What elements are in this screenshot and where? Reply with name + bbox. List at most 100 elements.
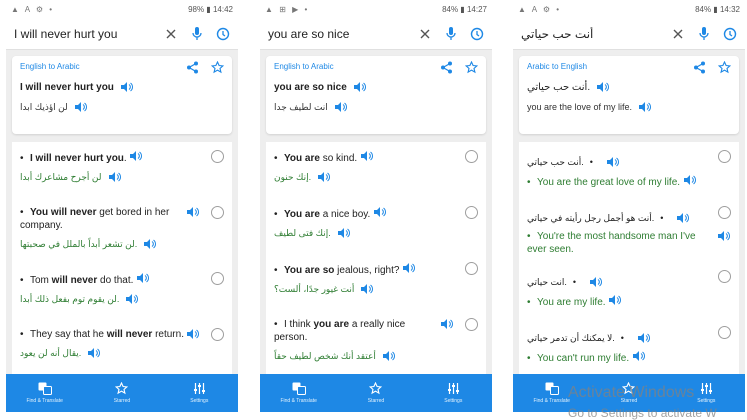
speaker-icon[interactable] [717,230,731,242]
speaker-icon[interactable] [596,81,610,93]
list-item[interactable]: • Tom will never do that. لن يقوم توم بفع… [12,272,232,305]
windows-activation-hint: Go to Settings to activate W [568,406,717,420]
list-item[interactable]: • I will never hurt you. لن أجرح مشاعرك أ… [12,150,232,183]
microphone-icon[interactable] [695,25,713,43]
speaker-icon[interactable] [108,171,122,183]
share-icon[interactable] [693,61,706,79]
list-item[interactable]: انت حياتي. • • You are my life. [519,270,739,309]
star-icon[interactable] [464,60,479,79]
list-item[interactable]: • You are so kind. إنك حنون. [266,150,486,183]
translation-card: English to Arabic you are so nice انت لط… [266,56,486,134]
speaker-icon[interactable] [74,101,88,113]
star-icon[interactable] [717,60,732,79]
microphone-icon[interactable] [442,25,460,43]
select-radio[interactable] [718,150,731,163]
nav-label: Starred [113,398,131,404]
nav-settings[interactable]: Settings [169,382,229,404]
history-icon[interactable] [214,25,232,43]
search-input[interactable]: أنت حب حياتي [521,27,661,41]
history-icon[interactable] [468,25,486,43]
example-translation: لن يقوم توم بفعل ذلك أبدا. [20,293,120,304]
nav-label: Find & Translate [533,398,570,404]
select-radio[interactable] [718,326,731,339]
list-item[interactable]: • I think you are a really nice person. أ… [266,318,486,362]
nav-starred[interactable]: Starred [346,382,406,404]
list-item[interactable]: • You are a nice boy. إنك فتى لطيف. [266,206,486,239]
speaker-icon[interactable] [638,101,652,113]
speaker-icon[interactable] [632,350,646,362]
star-icon [369,382,383,395]
select-radio[interactable] [211,150,224,163]
nav-label: Starred [367,398,385,404]
speaker-icon[interactable] [360,283,374,295]
translate-icon [545,382,559,395]
speaker-icon[interactable] [637,332,651,344]
nav-find-translate[interactable]: Find & Translate [15,382,75,404]
select-radio[interactable] [465,318,478,331]
example-translation: أعتقد أنك شخص لطيف حقاً [274,350,376,361]
list-item[interactable]: • You will never get bored in her company… [12,206,232,250]
speaker-icon[interactable] [589,276,603,288]
clear-icon[interactable] [416,25,434,43]
speaker-icon[interactable] [143,238,157,250]
example-translation: You can't run my life. [537,353,630,364]
history-icon[interactable] [721,25,739,43]
speaker-icon[interactable] [606,156,620,168]
list-item[interactable]: أنت هو أجمل رجل رأيته في حياتي. • • You're… [519,206,739,256]
search-input[interactable]: you are so nice [268,27,408,41]
phone-screenshot-2: ▲ ⊞ ▶ • 84% ▮ 14:27 you are so nice Engl… [260,0,492,412]
search-input[interactable]: I will never hurt you [14,27,154,41]
nav-label: Settings [444,398,463,404]
list-item[interactable]: • They say that he will never return. يقا… [12,328,232,359]
translate-icon [38,382,52,395]
speaker-icon[interactable] [125,293,139,305]
status-left-icons: ▲ A ⚙ • [518,4,562,14]
translated-text: انت لطيف جدا [274,101,328,112]
speaker-icon[interactable] [136,272,150,284]
list-item[interactable]: أنت حب حياتي. • • You are the great love o… [519,150,739,189]
clear-icon[interactable] [162,25,180,43]
status-right: 84% ▮ 14:32 [695,4,740,14]
speaker-icon[interactable] [337,227,351,239]
select-radio[interactable] [718,206,731,219]
speaker-icon[interactable] [683,174,697,186]
nav-label: Find & Translate [26,398,63,404]
select-radio[interactable] [465,150,478,163]
select-radio[interactable] [211,272,224,285]
speaker-icon[interactable] [334,101,348,113]
select-radio[interactable] [718,270,731,283]
nav-find-translate[interactable]: Find & Translate [269,382,329,404]
speaker-icon[interactable] [608,294,622,306]
speaker-icon[interactable] [129,150,143,162]
speaker-icon[interactable] [373,206,387,218]
select-radio[interactable] [465,262,478,275]
speaker-icon[interactable] [676,212,690,224]
example-list: • I will never hurt you. لن أجرح مشاعرك أ… [12,142,232,374]
list-item[interactable]: لا يمكنك أن تدمر حياتي. • • You can't run … [519,326,739,365]
speaker-icon[interactable] [87,347,101,359]
speaker-icon[interactable] [402,262,416,274]
list-item[interactable]: • You are so jealous, right? أنت غيور جدً… [266,262,486,295]
nav-starred[interactable]: Starred [92,382,152,404]
speaker-icon[interactable] [186,328,200,340]
speaker-icon[interactable] [120,81,134,93]
speaker-icon[interactable] [360,150,374,162]
bottom-navigation: Find & Translate Starred Settings [260,374,492,412]
microphone-icon[interactable] [188,25,206,43]
speaker-icon[interactable] [353,81,367,93]
speaker-icon[interactable] [317,171,331,183]
star-icon[interactable] [210,60,225,79]
share-icon[interactable] [440,61,453,79]
clear-icon[interactable] [669,25,687,43]
translated-text: you are the love of my life. [527,102,633,112]
nav-settings[interactable]: Settings [423,382,483,404]
select-radio[interactable] [211,328,224,341]
speaker-icon[interactable] [186,206,200,218]
select-radio[interactable] [465,206,478,219]
select-radio[interactable] [211,206,224,219]
nav-label: Settings [697,398,716,404]
speaker-icon[interactable] [382,350,396,362]
example-list: أنت حب حياتي. • • You are the great love o… [519,142,739,374]
share-icon[interactable] [186,61,199,79]
speaker-icon[interactable] [440,318,454,330]
